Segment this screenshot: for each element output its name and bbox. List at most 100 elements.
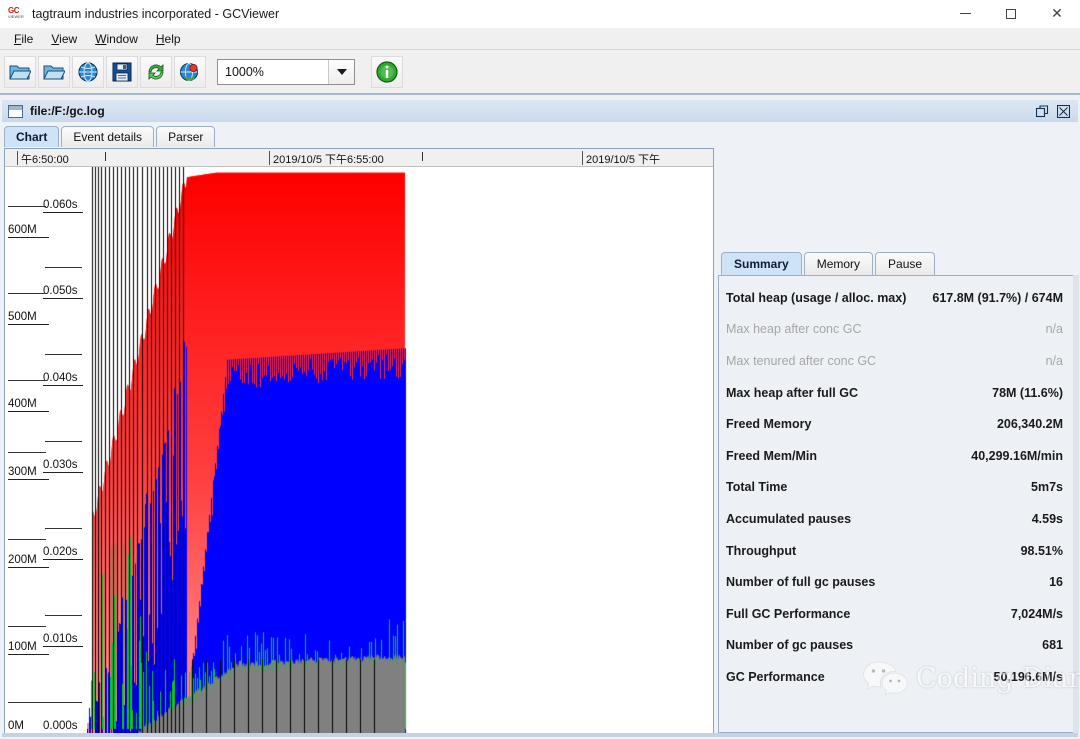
open-recent-folder-icon [43, 65, 65, 79]
tab-parser[interactable]: Parser [156, 126, 216, 147]
tab-summary[interactable]: Summary [721, 252, 802, 275]
document-titlebar: file:/F:/gc.log [2, 100, 1078, 122]
ruler-tick-4: 2019/10/5 下午 [582, 151, 660, 166]
summary-key: Total heap (usage / alloc. max) [726, 290, 907, 305]
menu-help-label: elp [164, 31, 181, 46]
minimize-button[interactable] [942, 0, 988, 28]
y-memory-minor-3 [8, 452, 46, 453]
minimize-icon [959, 13, 971, 14]
close-icon [1057, 104, 1070, 118]
summary-list: Total heap (usage / alloc. max) 617.8M (9… [721, 278, 1071, 730]
ruler-tick-0: 午6:50:00 [17, 151, 69, 166]
tab-chart[interactable]: Chart [4, 126, 60, 147]
document-frame-bottom-border [2, 733, 1078, 737]
summary-key: Accumulated pauses [726, 511, 852, 526]
menu-window-label: indow [106, 31, 138, 46]
document-close-button[interactable] [1055, 103, 1072, 119]
summary-row: Total Time 5m7s [721, 472, 1071, 504]
y-memory-minor-6 [8, 702, 46, 703]
summary-row: Freed Mem/Min 40,299.16M/min [721, 440, 1071, 472]
zoom-combobox[interactable]: 1000% [217, 58, 355, 85]
menu-file[interactable]: File [5, 30, 42, 48]
summary-row: Number of full gc pauses 16 [721, 566, 1071, 598]
y-pause-minor-3 [45, 528, 82, 529]
summary-value: 4.59s [1031, 511, 1063, 526]
menu-view-label: iew [59, 31, 78, 46]
menu-window[interactable]: Window [86, 30, 147, 48]
menu-help-mnemonic: H [155, 31, 165, 46]
summary-row: Number of gc pauses 681 [721, 630, 1071, 662]
summary-key: Throughput [726, 543, 797, 558]
menu-help[interactable]: Help [147, 30, 190, 48]
document-restore-button[interactable] [1034, 103, 1051, 119]
info-panel-scrollbar[interactable] [1073, 275, 1079, 733]
open-recent-button[interactable] [38, 55, 70, 88]
open-url-icon [78, 61, 98, 82]
document-frame: file:/F:/gc.log Chart Event details Pars… [0, 97, 1080, 739]
y-axis: 0.060s 0.050s 0.040s 0.030s 0.020s 0.010… [5, 167, 87, 733]
summary-key: Number of gc pauses [726, 638, 854, 653]
summary-row: Full GC Performance 7,024M/s [721, 598, 1071, 630]
close-button[interactable]: ✕ [1034, 0, 1080, 28]
zoom-value: 1000% [225, 64, 264, 79]
summary-row: Freed Memory 206,340.2M [721, 408, 1071, 440]
y-pause-label-4: 0.020s [43, 546, 83, 560]
summary-key: Full GC Performance [726, 606, 851, 621]
summary-key: Freed Mem/Min [726, 448, 817, 463]
summary-value: n/a [1045, 322, 1063, 337]
tab-pause[interactable]: Pause [875, 252, 936, 275]
y-memory-minor-1 [8, 293, 46, 294]
maximize-button[interactable] [988, 0, 1034, 28]
gc-plot-area[interactable] [87, 167, 713, 733]
zoom-dropdown-button[interactable] [328, 59, 354, 84]
y-pause-label-2: 0.040s [43, 372, 83, 386]
restore-icon [1036, 104, 1049, 117]
summary-value: n/a [1045, 353, 1063, 368]
summary-row: Total heap (usage / alloc. max) 617.8M (9… [721, 282, 1071, 314]
menu-view-mnemonic: V [51, 31, 60, 46]
summary-value: 681 [1042, 638, 1063, 653]
about-button[interactable] [371, 55, 403, 88]
open-url-button[interactable] [72, 55, 104, 88]
tab-event-details[interactable]: Event details [61, 126, 155, 147]
menu-view[interactable]: View [42, 30, 86, 48]
watch-icon [179, 62, 199, 81]
summary-key: Total Time [726, 480, 788, 495]
tab-memory[interactable]: Memory [803, 252, 874, 275]
summary-key: GC Performance [726, 669, 825, 684]
open-file-button[interactable] [4, 55, 36, 88]
y-pause-minor-2 [45, 441, 82, 442]
summary-value: 5m7s [1031, 480, 1063, 495]
document-tabs: Chart Event details Parser [4, 125, 217, 147]
refresh-button[interactable] [140, 55, 172, 88]
y-pause-label-5: 0.010s [43, 633, 83, 647]
y-pause-label-1: 0.050s [43, 285, 83, 299]
summary-row: Accumulated pauses 4.59s [721, 503, 1071, 535]
menubar: File View Window Help [0, 28, 1080, 50]
y-memory-label-6: 0M [8, 720, 24, 732]
y-memory-label-4: 200M [8, 554, 49, 568]
y-pause-minor-5 [45, 702, 82, 703]
summary-row: GC Performance 50,196.6M/s [721, 661, 1071, 693]
y-memory-minor-5 [8, 626, 46, 627]
chart-panel[interactable]: 午6:50:00 2019/10/5 下午6:55:00 2019/10/5 下… [4, 148, 714, 733]
y-memory-label-0: 600M [8, 224, 49, 238]
summary-key: Max heap after full GC [726, 385, 858, 400]
time-ruler: 午6:50:00 2019/10/5 下午6:55:00 2019/10/5 下… [5, 149, 713, 167]
tab-chart-label: Chart [16, 130, 48, 144]
y-memory-minor-4 [8, 539, 46, 540]
gc-plot-canvas[interactable] [87, 167, 713, 733]
y-memory-label-2: 400M [8, 398, 49, 412]
y-memory-label-1: 500M [8, 311, 49, 325]
summary-value: 206,340.2M [996, 417, 1063, 432]
watch-button[interactable] [174, 55, 206, 88]
document-title: file:/F:/gc.log [30, 104, 105, 118]
y-pause-minor-4 [45, 615, 82, 616]
summary-row: Max tenured after conc GC n/a [721, 345, 1071, 377]
summary-value: 40,299.16M/min [971, 448, 1063, 463]
summary-key: Max heap after conc GC [726, 322, 862, 337]
y-memory-label-3: 300M [8, 466, 49, 480]
export-button[interactable] [106, 55, 138, 88]
y-memory-label-5: 100M [8, 641, 49, 655]
ruler-tick-mark-3 [422, 152, 423, 161]
